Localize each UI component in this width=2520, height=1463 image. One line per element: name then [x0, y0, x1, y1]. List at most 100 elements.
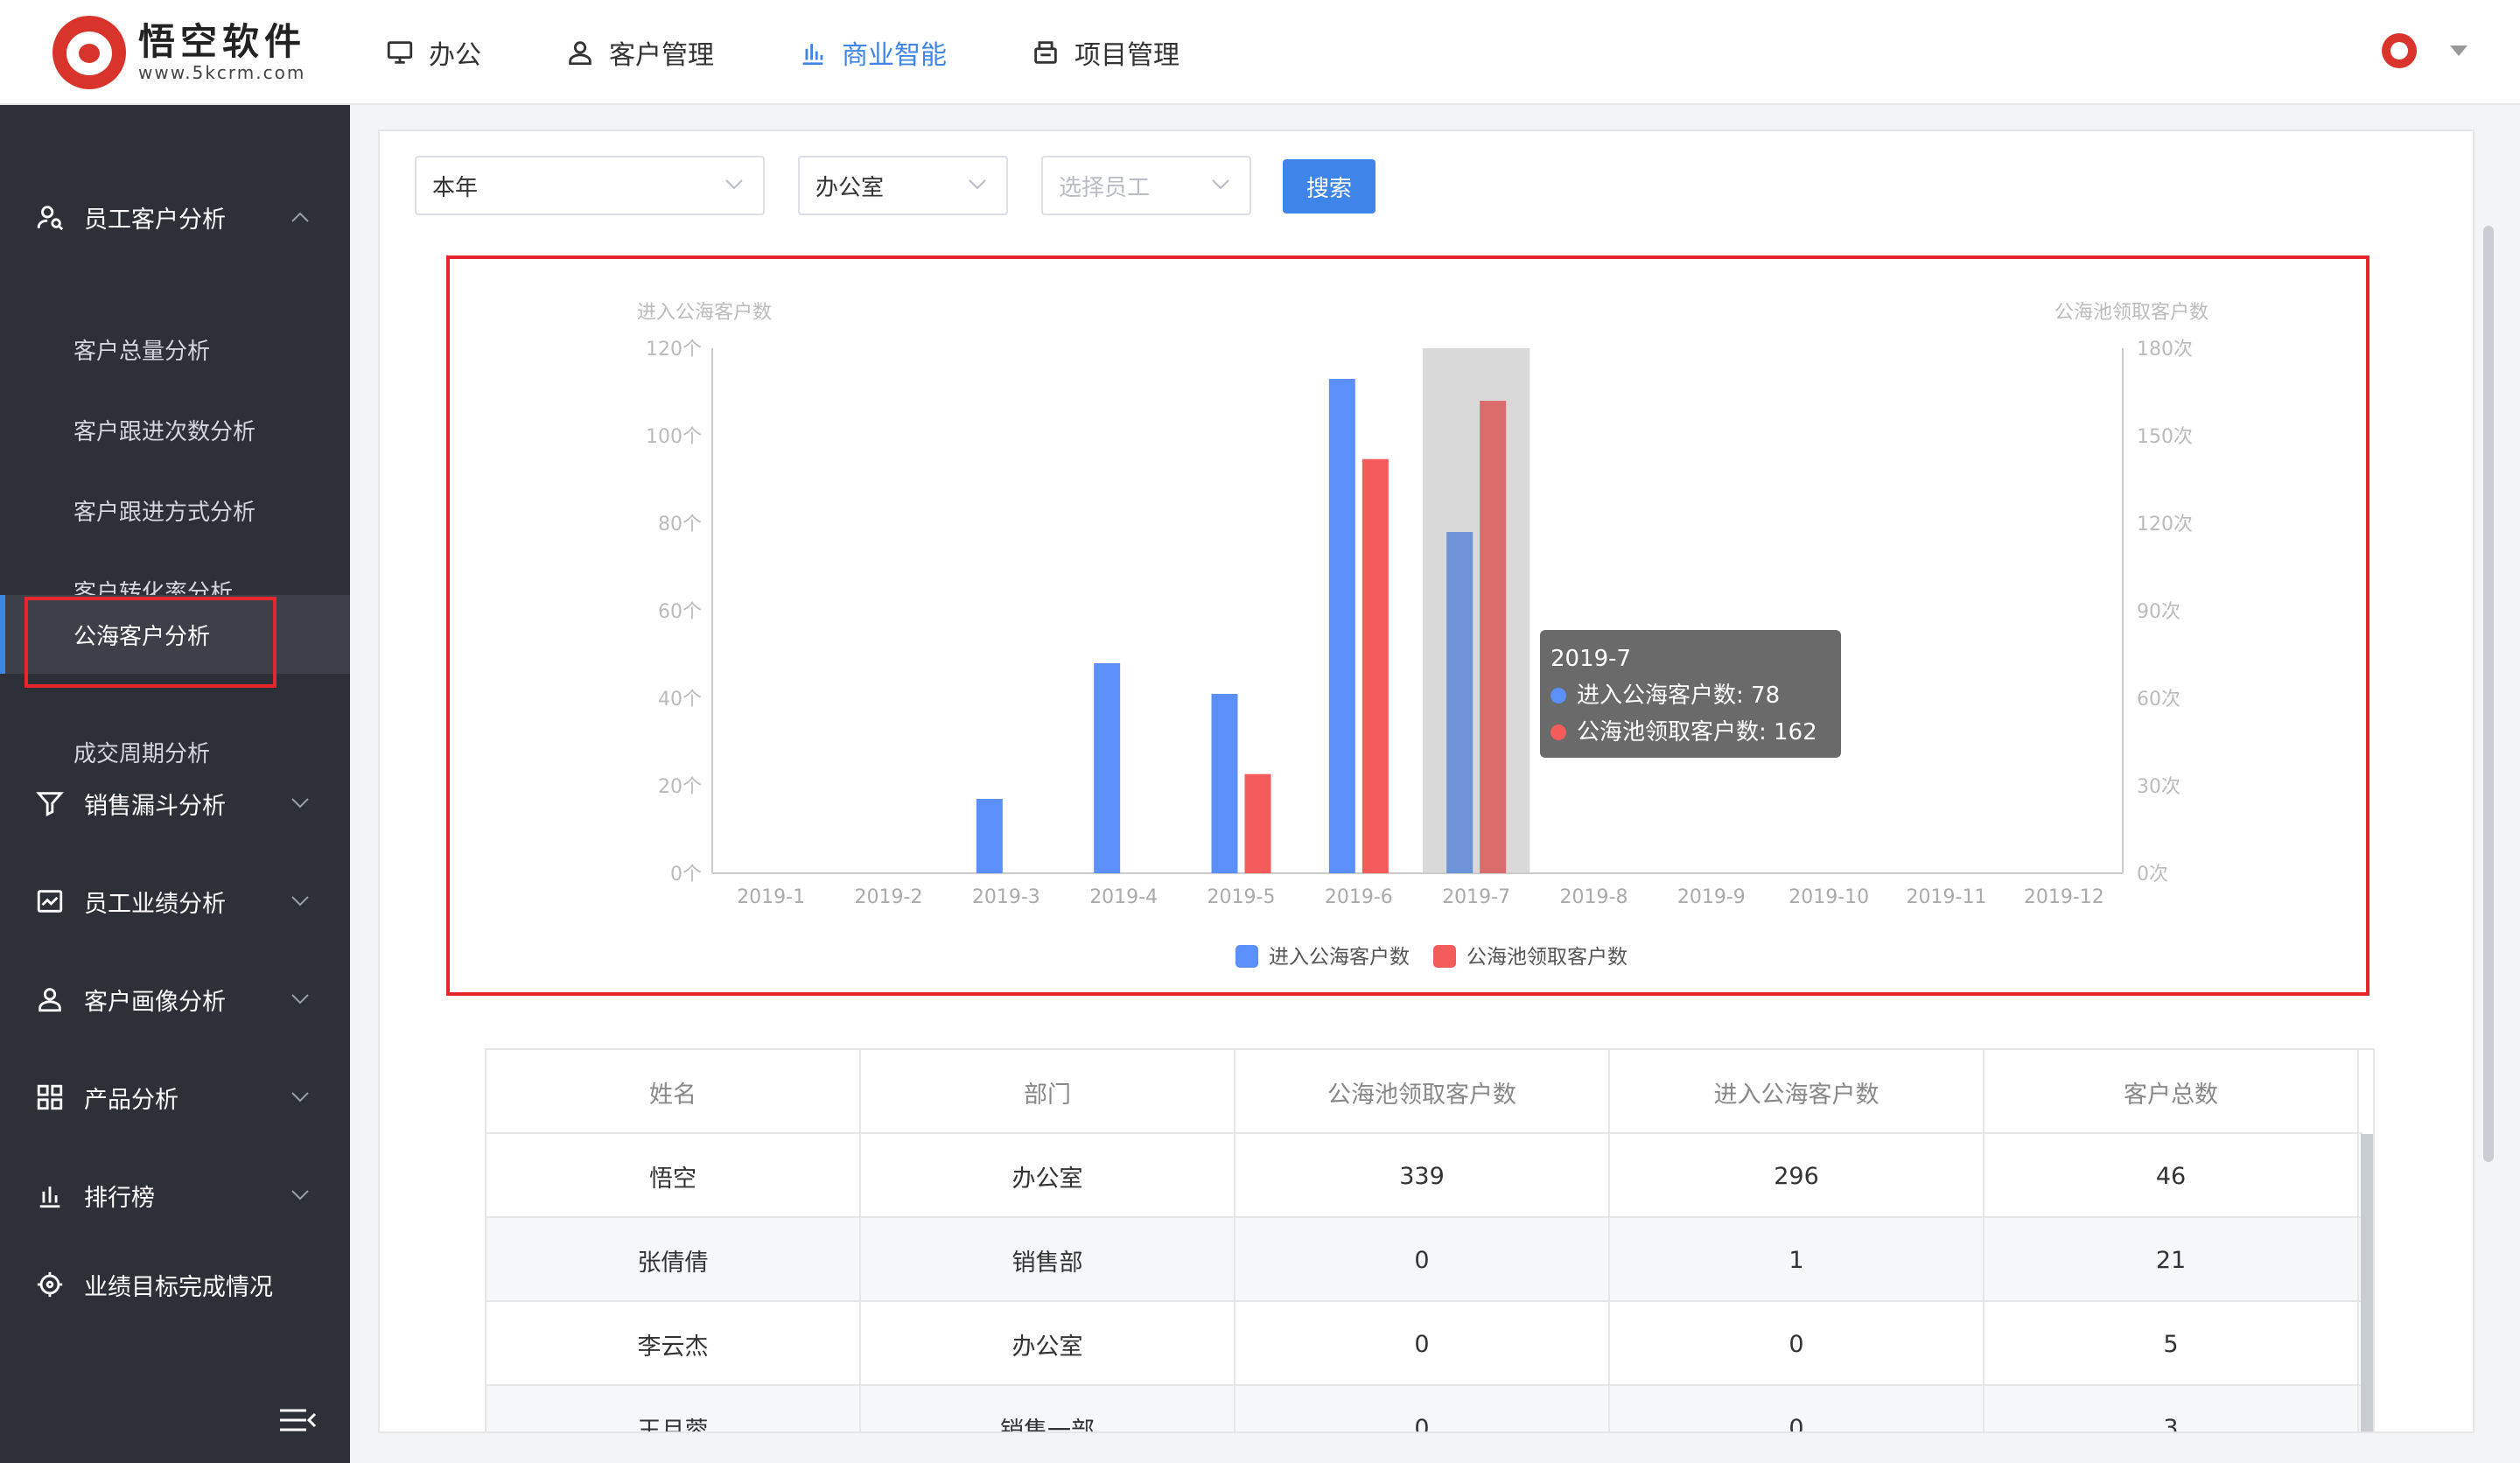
y-axis-title-left: 进入公海客户数: [637, 302, 772, 324]
column-header[interactable]: 客户总数: [1984, 1050, 2359, 1134]
hover-band: [1423, 348, 1530, 873]
table-row[interactable]: 李云杰 办公室 0 0 5: [486, 1302, 2362, 1386]
table-cell: 悟空: [486, 1134, 861, 1218]
top-navbar: 悟空软件 www.5kcrm.com 办公 客户管理 商业智能 项目管理: [0, 0, 2520, 105]
sidebar-item-total[interactable]: 客户总量分析: [0, 310, 350, 388]
x-tick-label: 2019-4: [1089, 886, 1158, 908]
sidebar-group-target[interactable]: 业绩目标完成情况: [0, 1260, 350, 1309]
legend-label: 进入公海客户数: [1269, 946, 1410, 969]
y-tick-label-right: 60次: [2137, 689, 2180, 710]
sidebar-group-label: 客户画像分析: [84, 988, 226, 1016]
tooltip-row: 进入公海客户数: 78: [1550, 677, 1830, 714]
bar: [1328, 379, 1355, 873]
chevron-down-icon: [291, 994, 309, 1004]
column-header[interactable]: 进入公海客户数: [1610, 1050, 1984, 1134]
x-tick-label: 2019-1: [737, 886, 805, 908]
chevron-down-icon[interactable]: [2450, 46, 2468, 56]
y-tick-label-right: 150次: [2137, 426, 2193, 448]
sidebar-group-product[interactable]: 产品分析: [0, 1073, 350, 1122]
nav-bi[interactable]: 商业智能: [798, 0, 947, 105]
sidebar-group-funnel[interactable]: 销售漏斗分析: [0, 779, 350, 828]
y-axis-title-right: 公海池领取客户数: [2054, 302, 2208, 324]
bar-chart-icon: [39, 1186, 60, 1208]
annotation-highlight-box: [446, 256, 2370, 996]
table-cell: 李云杰: [486, 1302, 861, 1386]
table-cell: 销售部: [861, 1218, 1236, 1302]
table-header-row: 姓名 部门 公海池领取客户数 进入公海客户数 客户总数: [486, 1050, 2362, 1134]
sidebar-group-ranking[interactable]: 排行榜: [0, 1171, 350, 1220]
column-header[interactable]: 姓名: [486, 1050, 861, 1134]
table-cell: 0: [1236, 1386, 1610, 1432]
nav-customer[interactable]: 客户管理: [565, 0, 714, 105]
table-row[interactable]: 张倩倩 销售部 0 1 21: [486, 1218, 2362, 1302]
sidebar-item-label: 成交周期分析: [74, 740, 211, 767]
nav-office[interactable]: 办公: [385, 0, 481, 105]
brand-url: www.5kcrm.com: [138, 62, 306, 83]
department-select[interactable]: 办公室: [798, 156, 1008, 215]
monitor-icon: [387, 41, 413, 64]
user-menu[interactable]: [2382, 33, 2468, 68]
y-tick-label-right: 120次: [2137, 514, 2193, 536]
column-header[interactable]: 部门: [861, 1050, 1236, 1134]
chevron-down-icon: [291, 1092, 309, 1102]
legend-swatch: [1433, 945, 1456, 968]
table-row[interactable]: 悟空 办公室 339 296 46: [486, 1134, 2362, 1218]
user-search-icon: [37, 206, 64, 231]
annotation-highlight-box: [24, 597, 276, 688]
period-select[interactable]: 本年: [415, 156, 765, 215]
y-tick-label-left: 40个: [658, 689, 702, 710]
sidebar-item-followup-method[interactable]: 客户跟进方式分析: [0, 471, 350, 550]
sidebar-group-employee-customer[interactable]: 员工客户分析: [0, 192, 350, 242]
department-select-value: 办公室: [816, 174, 885, 201]
bar: [1244, 774, 1271, 873]
table-cell: 21: [1984, 1218, 2359, 1302]
employee-select[interactable]: 选择员工: [1041, 156, 1251, 215]
column-header[interactable]: 公海池领取客户数: [1236, 1050, 1610, 1134]
sidebar-group-performance[interactable]: 员工业绩分析: [0, 877, 350, 926]
line-chart-icon: [37, 890, 63, 913]
brand-text: 悟空软件 www.5kcrm.com: [138, 22, 306, 84]
nav-bi-label: 商业智能: [842, 40, 947, 71]
bar-chart-icon: [802, 44, 823, 66]
search-button[interactable]: 搜索: [1283, 159, 1376, 214]
table-row[interactable]: 王月蓉 销售一部 0 0 3: [486, 1386, 2362, 1432]
page-scrollbar[interactable]: [2483, 226, 2494, 1162]
collapse-menu-icon[interactable]: [278, 1407, 317, 1433]
bar: [1480, 401, 1507, 873]
table-cell: 销售一部: [861, 1386, 1236, 1432]
table-cell: 339: [1236, 1134, 1610, 1218]
chevron-down-icon: [291, 1190, 309, 1200]
bar: [976, 799, 1003, 873]
bar: [1446, 532, 1474, 873]
nav-project[interactable]: 项目管理: [1031, 0, 1180, 105]
series-dot: [1550, 724, 1566, 740]
sidebar-group-portrait[interactable]: 客户画像分析: [0, 975, 350, 1024]
user-icon: [569, 41, 592, 66]
y-tick-label-left: 20个: [658, 776, 702, 798]
funnel-icon: [36, 792, 64, 817]
brand-logo[interactable]: 悟空软件 www.5kcrm.com: [52, 16, 306, 89]
x-tick-label: 2019-2: [855, 886, 923, 908]
sidebar-group-label: 产品分析: [84, 1086, 178, 1114]
table-cell: 王月蓉: [486, 1386, 861, 1432]
table-cell: 296: [1610, 1134, 1984, 1218]
sidebar-item-followup-count[interactable]: 客户跟进次数分析: [0, 390, 350, 469]
x-tick-label: 2019-6: [1325, 886, 1393, 908]
table-cell: 0: [1236, 1218, 1610, 1302]
table-cell: 1: [1610, 1218, 1984, 1302]
table-scrollbar[interactable]: [2361, 1134, 2373, 1432]
y-tick-label-right: 180次: [2137, 339, 2193, 360]
sidebar-item-label: 客户总量分析: [74, 338, 211, 365]
nav-office-label: 办公: [429, 40, 481, 71]
avatar[interactable]: [2382, 33, 2417, 68]
sidebar-group-label: 业绩目标完成情况: [84, 1273, 273, 1301]
sidebar-group-label: 员工客户分析: [84, 206, 226, 234]
printer-icon: [1034, 41, 1057, 64]
tooltip-value: 进入公海客户数: 78: [1577, 682, 1781, 709]
sidebar: 员工客户分析 客户总量分析 客户跟进次数分析 客户跟进方式分析 客户转化率分析 …: [0, 105, 350, 1463]
x-tick-label: 2019-12: [2024, 886, 2104, 908]
grid-icon: [37, 1084, 63, 1110]
y-tick-label-left: 60个: [658, 601, 702, 623]
x-tick-label: 2019-9: [1677, 886, 1746, 908]
chevron-down-icon: [725, 179, 743, 190]
